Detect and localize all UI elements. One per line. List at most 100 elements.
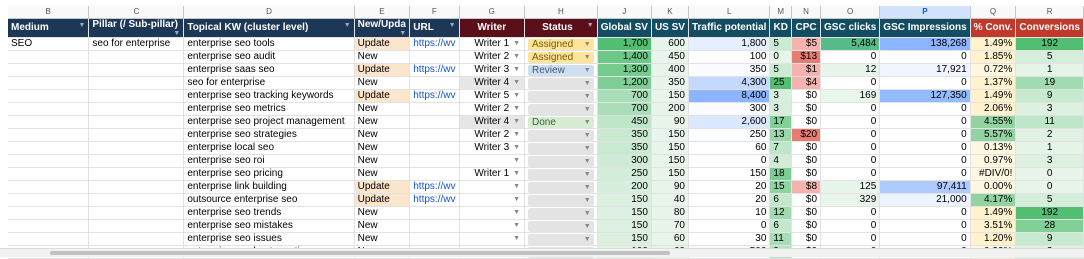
- cell-medium[interactable]: [8, 154, 90, 168]
- cell-conversions[interactable]: 9: [1015, 232, 1084, 246]
- dropdown-caret-icon[interactable]: ▼: [513, 79, 520, 86]
- cell-writer[interactable]: ▼: [459, 154, 526, 168]
- cell-gsc-impressions[interactable]: 0: [879, 206, 971, 220]
- cell-conv-pct[interactable]: 1.37%: [970, 76, 1017, 90]
- header-cpc[interactable]: CPC: [791, 18, 822, 38]
- cell-writer[interactable]: Writer 2 ▼: [459, 128, 526, 142]
- cell-gsc-clicks[interactable]: 125: [820, 180, 881, 194]
- cell-pillar[interactable]: [88, 193, 185, 207]
- cell-status[interactable]: ▼: [524, 128, 598, 142]
- cell-kd[interactable]: 12: [769, 206, 793, 220]
- cell-cpc[interactable]: $0: [791, 154, 822, 168]
- cell-medium[interactable]: [8, 102, 90, 116]
- dropdown-caret-icon[interactable]: ▼: [513, 40, 520, 47]
- cell-us-sv[interactable]: 60: [651, 232, 689, 246]
- cell-global-sv[interactable]: 700: [597, 89, 652, 103]
- header-url[interactable]: URL ▼: [409, 18, 460, 38]
- cell-new-update[interactable]: Update: [354, 63, 411, 77]
- cell-status[interactable]: ▼: [524, 141, 598, 155]
- cell-status[interactable]: ▼: [524, 219, 598, 233]
- header-us-sv[interactable]: US SV: [651, 18, 689, 38]
- cell-traffic-potential[interactable]: 4,300: [688, 76, 771, 90]
- cell-gsc-clicks[interactable]: 169: [820, 89, 881, 103]
- cell-new-update[interactable]: New: [354, 232, 411, 246]
- cell-writer[interactable]: ▼: [459, 180, 526, 194]
- cell-new-update[interactable]: Update: [354, 193, 411, 207]
- cell-kd[interactable]: 0: [769, 50, 793, 64]
- cell-cpc[interactable]: $0: [791, 219, 822, 233]
- cell-kd[interactable]: 6: [769, 193, 793, 207]
- dropdown-caret-icon[interactable]: ▼: [513, 235, 520, 242]
- cell-conv-pct[interactable]: 4.55%: [970, 115, 1017, 129]
- column-letter[interactable]: G: [459, 6, 526, 19]
- table-row[interactable]: enterprise local seo New Writer 3 ▼ ▼ 350…: [8, 141, 1084, 155]
- dropdown-caret-icon[interactable]: ▼: [584, 52, 591, 63]
- cell-medium[interactable]: [8, 232, 90, 246]
- dropdown-caret-icon[interactable]: ▼: [513, 157, 520, 164]
- dropdown-caret-icon[interactable]: ▼: [513, 209, 520, 216]
- cell-url[interactable]: [409, 219, 460, 233]
- cell-url[interactable]: [409, 167, 460, 181]
- cell-gsc-clicks[interactable]: 0: [820, 141, 881, 155]
- cell-medium[interactable]: [8, 206, 90, 220]
- cell-gsc-clicks[interactable]: 0: [820, 128, 881, 142]
- cell-gsc-impressions[interactable]: 21,000: [879, 193, 971, 207]
- cell-cpc[interactable]: $5: [791, 37, 822, 51]
- cell-gsc-clicks[interactable]: 0: [820, 115, 881, 129]
- table-row[interactable]: enterprise seo issues New ▼ ▼ 150 60 30 …: [8, 232, 1084, 246]
- cell-gsc-impressions[interactable]: 138,268: [879, 37, 971, 51]
- cell-pillar[interactable]: [88, 232, 185, 246]
- dropdown-caret-icon[interactable]: ▼: [584, 182, 591, 193]
- header-global-sv[interactable]: Global SV: [597, 18, 652, 38]
- cell-status[interactable]: Assigned ▼: [524, 37, 598, 51]
- cell-kd[interactable]: 5: [769, 63, 793, 77]
- horizontal-scrollbar[interactable]: [0, 248, 1084, 257]
- status-chip[interactable]: ▼: [528, 233, 594, 244]
- cell-traffic-potential[interactable]: 30: [688, 232, 771, 246]
- cell-new-update[interactable]: New: [354, 76, 411, 90]
- cell-gsc-impressions[interactable]: 0: [879, 128, 971, 142]
- cell-us-sv[interactable]: 150: [651, 128, 689, 142]
- cell-traffic-potential[interactable]: 20: [688, 193, 771, 207]
- cell-url[interactable]: [409, 154, 460, 168]
- cell-writer[interactable]: ▼: [459, 219, 526, 233]
- cell-status[interactable]: ▼: [524, 167, 598, 181]
- cell-global-sv[interactable]: 1,400: [597, 50, 652, 64]
- header-status[interactable]: Status ▼: [524, 18, 598, 38]
- cell-pillar[interactable]: [88, 180, 185, 194]
- cell-pillar[interactable]: [88, 154, 185, 168]
- cell-pillar[interactable]: [88, 167, 185, 181]
- cell-gsc-impressions[interactable]: 0: [879, 219, 971, 233]
- cell-cpc[interactable]: $8: [791, 180, 822, 194]
- cell-new-update[interactable]: New: [354, 141, 411, 155]
- cell-conv-pct[interactable]: 0.13%: [970, 141, 1017, 155]
- cell-conv-pct[interactable]: #DIV/0!: [970, 167, 1017, 181]
- cell-us-sv[interactable]: 70: [651, 219, 689, 233]
- cell-writer[interactable]: Writer 1 ▼: [459, 167, 526, 181]
- dropdown-caret-icon[interactable]: ▼: [584, 117, 591, 128]
- cell-topical-kw[interactable]: enterprise seo pricing: [183, 167, 355, 181]
- cell-kd[interactable]: 4: [769, 154, 793, 168]
- cell-kd[interactable]: 3: [769, 102, 793, 116]
- cell-writer[interactable]: Writer 3 ▼: [459, 141, 526, 155]
- cell-cpc[interactable]: $0: [791, 232, 822, 246]
- cell-writer[interactable]: Writer 5 ▼: [459, 89, 526, 103]
- status-chip[interactable]: ▼: [528, 77, 594, 88]
- column-letter[interactable]: D: [183, 6, 355, 19]
- cell-kd[interactable]: 17: [769, 115, 793, 129]
- cell-cpc[interactable]: $0: [791, 115, 822, 129]
- cell-global-sv[interactable]: 150: [597, 206, 652, 220]
- table-row[interactable]: enterprise saas seo Update https://wv Wr…: [8, 63, 1084, 77]
- cell-writer[interactable]: Writer 3 ▼: [459, 63, 526, 77]
- cell-writer[interactable]: Writer 2 ▼: [459, 102, 526, 116]
- cell-pillar[interactable]: seo for enterprise: [88, 37, 185, 51]
- header-kd[interactable]: KD: [769, 18, 793, 38]
- cell-traffic-potential[interactable]: 150: [688, 167, 771, 181]
- cell-status[interactable]: ▼: [524, 193, 598, 207]
- cell-conversions[interactable]: 28: [1015, 219, 1084, 233]
- cell-topical-kw[interactable]: enterprise seo audit: [183, 50, 355, 64]
- cell-conv-pct[interactable]: 3.51%: [970, 219, 1017, 233]
- dropdown-caret-icon[interactable]: ▼: [584, 208, 591, 219]
- cell-conversions[interactable]: 0: [1015, 180, 1084, 194]
- cell-url[interactable]: https://wv: [409, 180, 460, 194]
